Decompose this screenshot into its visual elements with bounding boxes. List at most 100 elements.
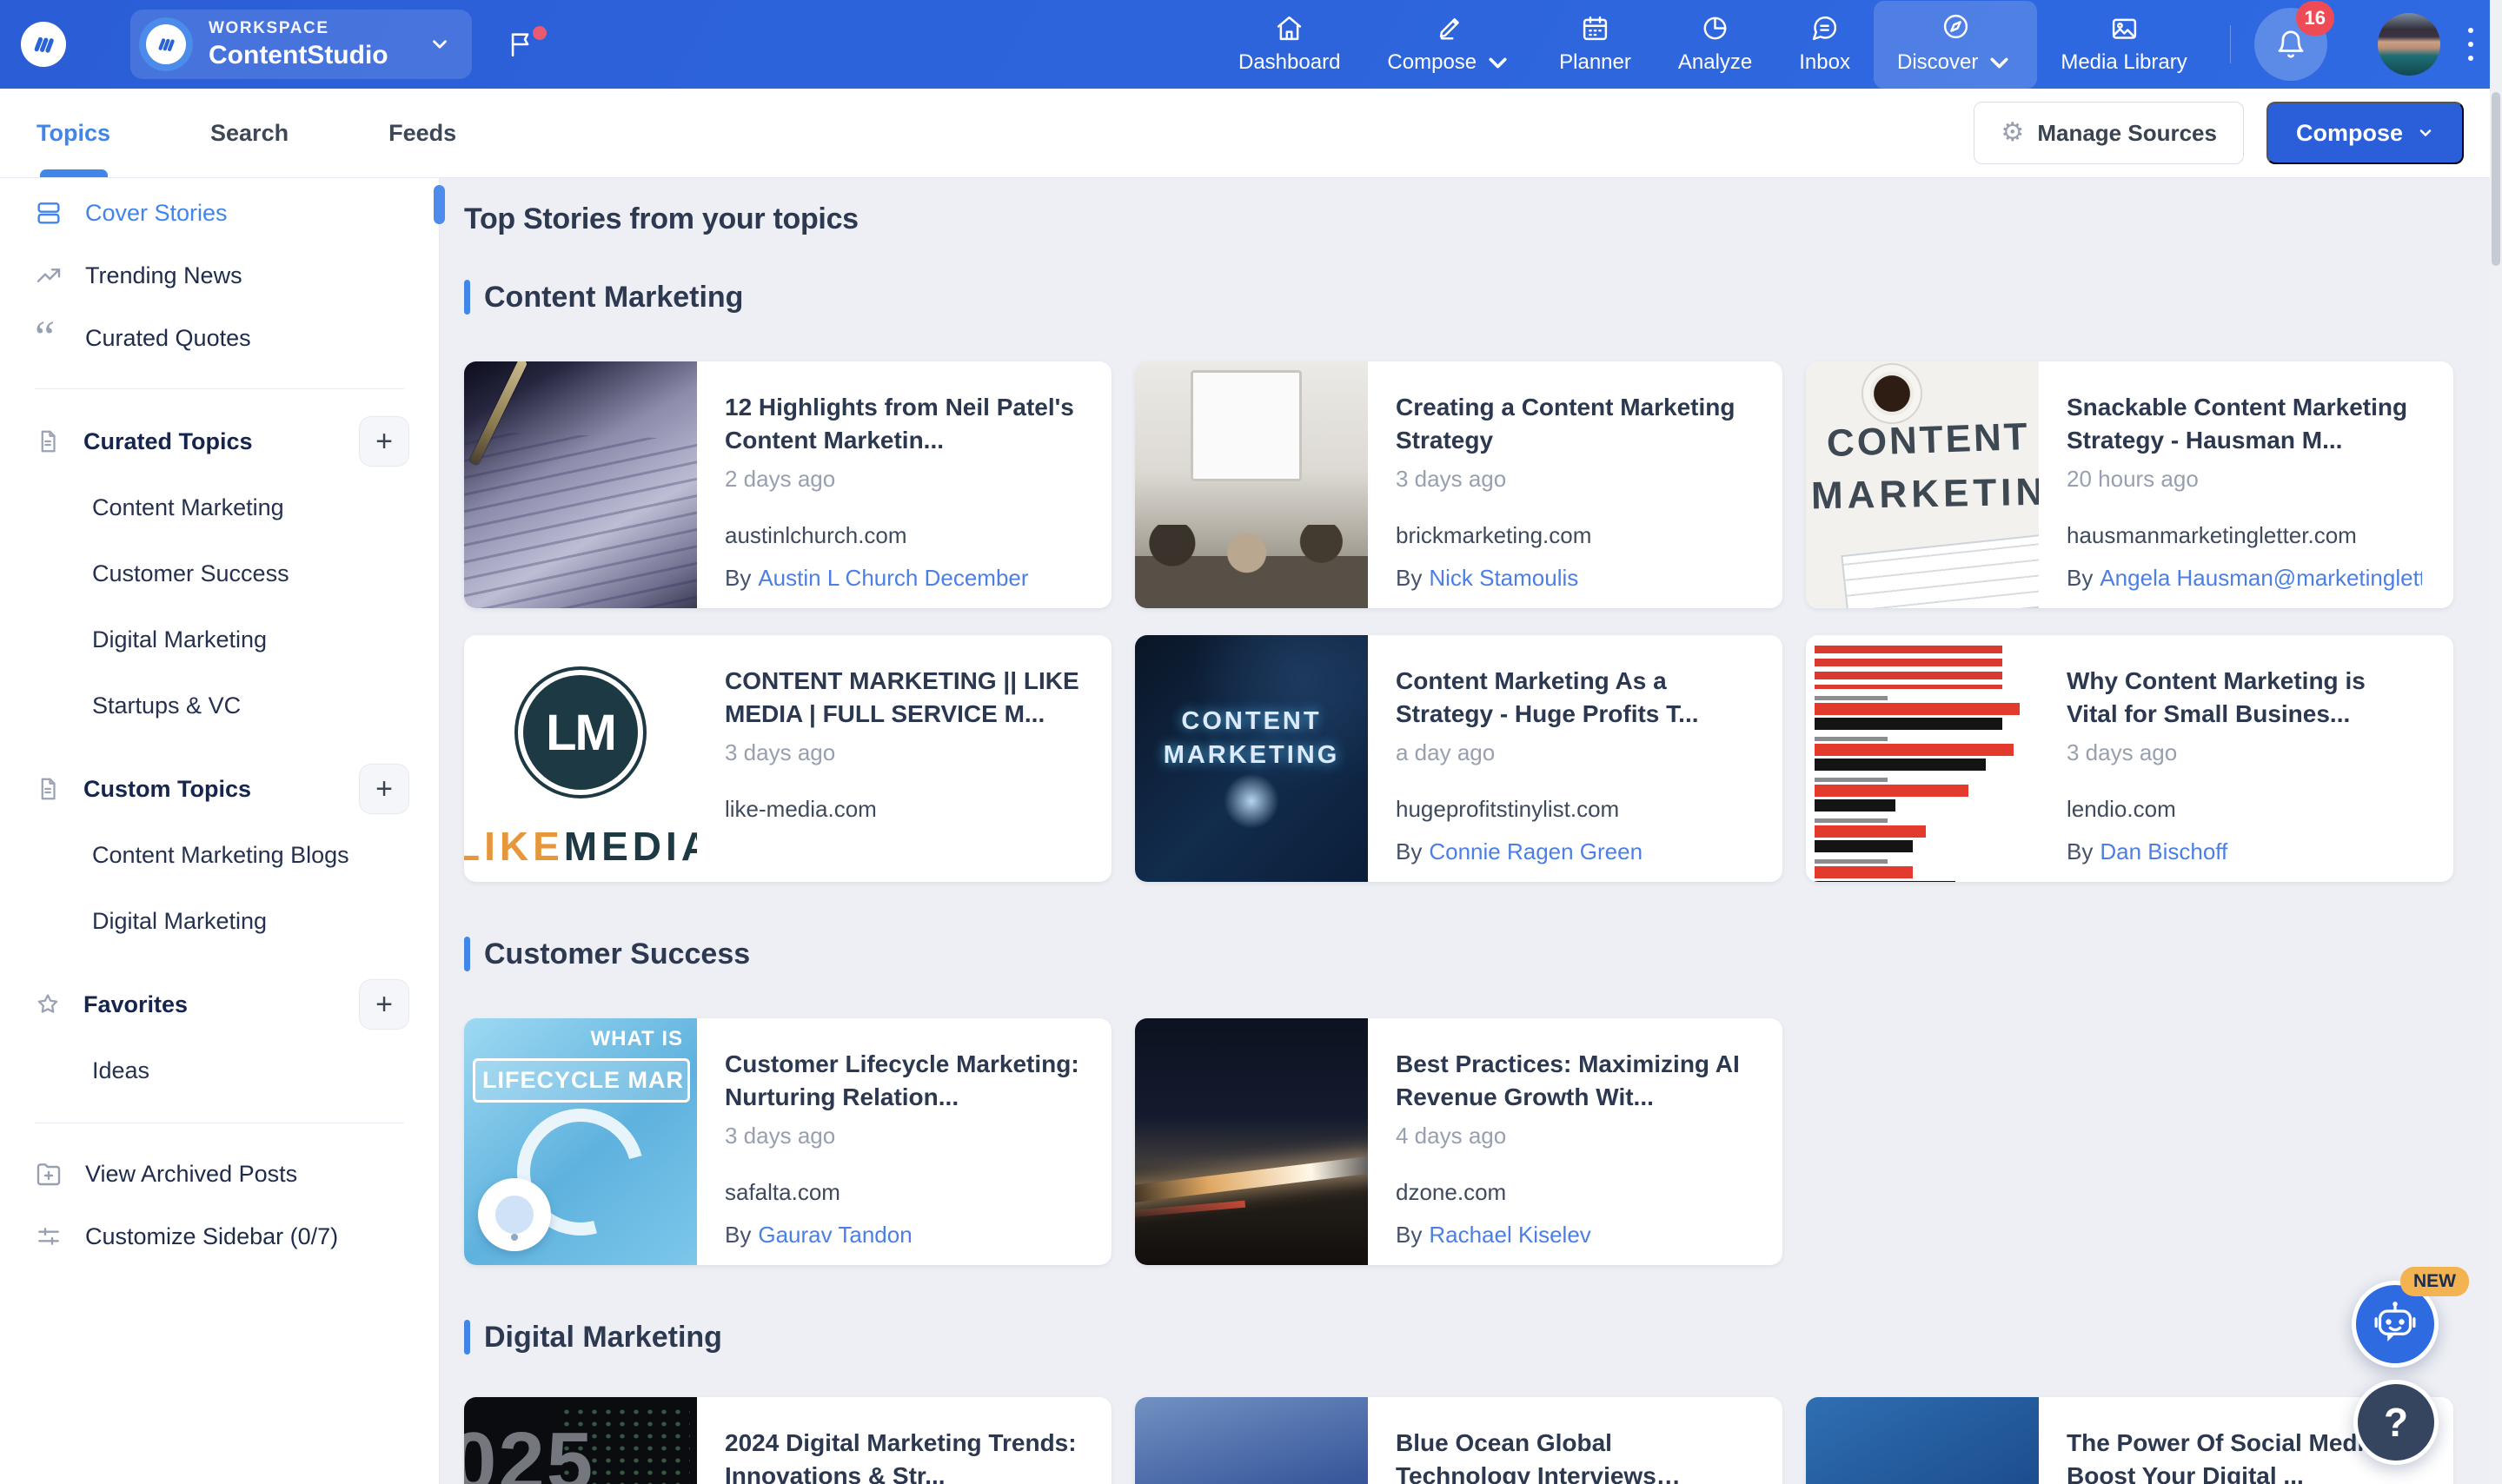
- contentstudio-logo[interactable]: [21, 22, 66, 67]
- story-card[interactable]: WHAT IS LIFECYCLE MAR Customer Lifecycle…: [464, 1018, 1112, 1265]
- sidebar-group-curated-topics: Curated Topics: [0, 408, 439, 474]
- section-title: Customer Success: [484, 937, 751, 971]
- section-accent-bar: [464, 280, 470, 315]
- sidebar-item-curated-quotes[interactable]: Curated Quotes: [0, 307, 439, 369]
- story-card[interactable]: 12 Highlights from Neil Patel's Content …: [464, 361, 1112, 608]
- workspace-label: WORKSPACE: [209, 18, 329, 37]
- sliders-icon: [38, 1228, 59, 1245]
- card-thumbnail: 025 024: [464, 1397, 697, 1484]
- nav-compose[interactable]: Compose: [1364, 1, 1536, 89]
- robot-icon: [2374, 1302, 2416, 1342]
- story-card[interactable]: LM LIKEMEDIA CONTENT MARKETING || LIKE M…: [464, 635, 1112, 882]
- story-card[interactable]: Blue Ocean Global Technology Interviews …: [1135, 1397, 1782, 1484]
- card-domain: brickmarketing.com: [1396, 522, 1592, 548]
- card-title: Blue Ocean Global Technology Interviews …: [1396, 1429, 1656, 1484]
- nav-dashboard[interactable]: Dashboard: [1215, 3, 1364, 86]
- nav-label: Dashboard: [1238, 50, 1341, 74]
- sidebar-item-cover-stories[interactable]: Cover Stories: [0, 182, 439, 244]
- tab-search[interactable]: Search: [210, 89, 289, 177]
- nav-label: Analyze: [1677, 50, 1753, 74]
- nav-planner[interactable]: Planner: [1536, 3, 1655, 86]
- card-title: Content Marketing As a Strategy - Huge P…: [1396, 667, 1699, 728]
- home-icon: [1278, 16, 1302, 41]
- sidebar-topic-customer-success[interactable]: Customer Success: [0, 540, 439, 606]
- card-thumbnail: WHAT IS LIFECYCLE MAR: [464, 1018, 697, 1265]
- tab-topics[interactable]: Topics: [37, 89, 110, 177]
- sidebar-view-archived-posts[interactable]: View Archived Posts: [0, 1143, 439, 1205]
- card-title: Creating a Content Marketing Strategy: [1396, 394, 1735, 454]
- help-button[interactable]: ?: [2353, 1380, 2439, 1465]
- author-link[interactable]: Nick Stamoulis: [1429, 565, 1578, 591]
- story-card[interactable]: Why Content Marketing is Vital for Small…: [1806, 635, 2453, 882]
- nav-discover[interactable]: Discover: [1873, 0, 2038, 89]
- story-card[interactable]: Creating a Content Marketing Strategy 3 …: [1135, 361, 1782, 608]
- chat-bubble-icon: [1813, 16, 1837, 41]
- card-thumbnail: [1806, 1397, 2039, 1484]
- page-title: Top Stories from your topics: [464, 202, 859, 235]
- chevron-down-icon: [1990, 57, 2008, 68]
- card-thumbnail: [1135, 1397, 1368, 1484]
- card-time: 3 days ago: [2067, 739, 2178, 765]
- add-custom-topic-button[interactable]: [359, 764, 409, 814]
- workspace-name: ContentStudio: [209, 40, 388, 70]
- author-link[interactable]: Rachael Kiselev: [1429, 1222, 1590, 1248]
- add-favorite-button[interactable]: [359, 979, 409, 1030]
- story-card[interactable]: 025 024 2024 Digital Marketing Trends: I…: [464, 1397, 1112, 1484]
- compass-icon: [1943, 14, 1968, 38]
- story-card[interactable]: Best Practices: Maximizing AI Revenue Gr…: [1135, 1018, 1782, 1265]
- sidebar-scrollbar-thumb[interactable]: [434, 185, 445, 224]
- notifications-button[interactable]: 16: [2254, 1, 2334, 81]
- add-curated-topic-button[interactable]: [359, 416, 409, 467]
- author-link[interactable]: Austin L Church December: [758, 565, 1028, 591]
- card-author-line: By Austin L Church December: [725, 565, 1029, 591]
- workspace-selector[interactable]: WORKSPACE ContentStudio: [130, 10, 472, 79]
- tab-feeds[interactable]: Feeds: [388, 89, 456, 177]
- sidebar-customize[interactable]: Customize Sidebar (0/7): [0, 1205, 439, 1268]
- author-link[interactable]: Angela Hausman@marketingletter: [2100, 565, 2422, 591]
- manage-sources-button[interactable]: Manage Sources: [1974, 102, 2244, 164]
- card-thumbnail: CONTENT MARKETIN: [1806, 361, 2039, 608]
- sidebar-topic-content-marketing[interactable]: Content Marketing: [0, 474, 439, 540]
- nav-label: Discover: [1896, 50, 1979, 74]
- nav-media-library[interactable]: Media Library: [2037, 3, 2210, 86]
- sidebar-divider: [35, 388, 404, 389]
- kebab-menu-icon: [2468, 28, 2473, 61]
- nav-inbox[interactable]: Inbox: [1775, 3, 1874, 86]
- author-link[interactable]: Connie Ragen Green: [1429, 838, 1643, 865]
- star-icon: [37, 994, 58, 1013]
- sidebar-favorite-ideas[interactable]: Ideas: [0, 1037, 439, 1103]
- sidebar-topic-digital-marketing[interactable]: Digital Marketing: [0, 606, 439, 672]
- notification-dot: [532, 26, 547, 40]
- card-domain: hugeprofitstinylist.com: [1396, 796, 1620, 822]
- card-time: 3 days ago: [1396, 466, 1507, 492]
- whats-new-flag-button[interactable]: [507, 26, 547, 59]
- chevron-down-icon: [432, 40, 447, 49]
- top-navigation-bar: WORKSPACE ContentStudio Dashboard Compos…: [0, 0, 2502, 89]
- card-thumbnail: CONTENT MARKETING: [1135, 635, 1368, 882]
- nav-analyze[interactable]: Analyze: [1655, 3, 1775, 86]
- cards-row: 025 024 2024 Digital Marketing Trends: I…: [464, 1397, 2502, 1484]
- page-scrollbar-thumb[interactable]: [2492, 92, 2500, 266]
- card-title: 12 Highlights from Neil Patel's Content …: [725, 394, 1074, 454]
- card-time: a day ago: [1396, 739, 1496, 765]
- more-options-button[interactable]: [2459, 23, 2482, 70]
- sidebar-item-trending-news[interactable]: Trending News: [0, 244, 439, 307]
- story-card[interactable]: CONTENT MARKETING Content Marketing As a …: [1135, 635, 1782, 882]
- sidebar-topic-digital-marketing-2[interactable]: Digital Marketing: [0, 888, 439, 954]
- logo-slashes-icon: [34, 36, 54, 53]
- chevron-down-icon: [2419, 129, 2432, 136]
- top-stories-panel: Top Stories from your topics Content Mar…: [440, 178, 2502, 1484]
- folder-plus-icon: [37, 1163, 61, 1186]
- author-link[interactable]: Dan Bischoff: [2100, 838, 2227, 865]
- author-link[interactable]: Gaurav Tandon: [758, 1222, 912, 1248]
- compose-button[interactable]: Compose: [2266, 102, 2464, 164]
- section-title: Digital Marketing: [484, 1320, 722, 1354]
- card-domain: lendio.com: [2067, 796, 2176, 822]
- story-card[interactable]: CONTENT MARKETIN Snackable Content Marke…: [1806, 361, 2453, 608]
- card-author-line: By Rachael Kiselev: [1396, 1222, 1591, 1248]
- bell-icon: [2278, 30, 2304, 58]
- sidebar-topic-content-marketing-blogs[interactable]: Content Marketing Blogs: [0, 822, 439, 888]
- sidebar-topic-startups-vc[interactable]: Startups & VC: [0, 672, 439, 739]
- user-avatar[interactable]: [2378, 13, 2440, 76]
- nav-label: Media Library: [2061, 50, 2187, 74]
